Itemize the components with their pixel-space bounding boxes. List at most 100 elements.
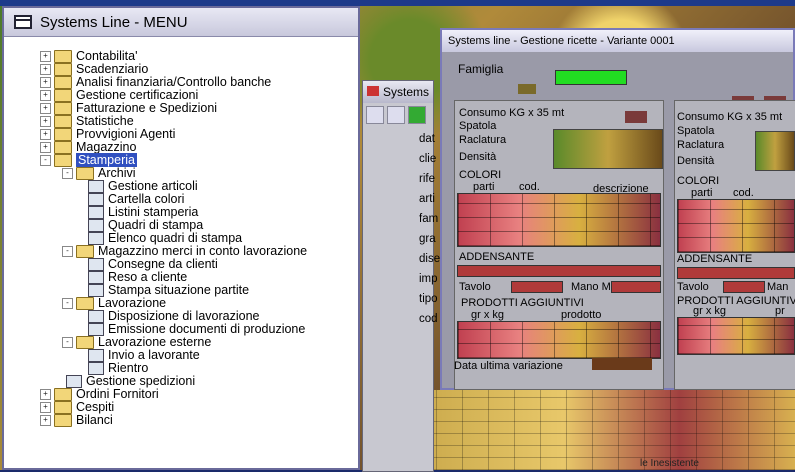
tree-item-label: Gestione spedizioni [86,374,196,388]
collapse-icon[interactable]: - [40,155,51,167]
expand-icon[interactable]: + [40,142,51,154]
addensante-field[interactable] [457,265,661,277]
tree-item[interactable]: - Stamperia [40,153,307,168]
tree-item-label: Elenco quadri di stampa [108,231,243,245]
famiglia-field[interactable] [555,70,627,85]
back-icon[interactable] [366,106,384,124]
folder-icon [54,76,72,90]
recipe-window[interactable]: Systems line - Gestione ricette - Varian… [440,28,795,390]
mano-label: Man [767,281,789,293]
tree-item-label: Fatturazione e Spedizioni [76,101,218,115]
tree-item[interactable]: Stampa situazione partite [40,283,307,298]
status-text: le Inesistente [640,458,699,469]
tree-item-label: Stamperia [76,153,137,167]
forward-icon[interactable] [387,106,405,124]
menu-window[interactable]: Systems Line - MENU + Contabilita' + Scaden… [2,6,360,470]
collapse-icon[interactable]: - [62,168,73,180]
menu-tree: + Contabilita' + Scadenziario + Analisi finan… [40,50,308,428]
data-ultima-label: Data ultima variazione [454,360,563,372]
folder-icon [54,102,72,116]
window-icon [14,15,32,29]
grxkg-header: gr x kg [693,305,727,317]
tavolo-field[interactable] [723,281,765,293]
expand-icon[interactable]: + [40,90,51,102]
recipe-window-title[interactable]: Systems line - Gestione ricette - Varian… [442,30,793,52]
systems-window[interactable]: Systems dat clie rife arti fam gra dise imp tipo… [362,80,440,472]
systems-window-title[interactable]: Systems [363,81,433,103]
tree-item-label: Magazzino merci in conto lavorazione [98,244,308,258]
tavolo-field[interactable] [511,281,563,293]
document-icon [88,349,104,363]
print-preview-strip [410,390,795,470]
spatola-label: Spatola [677,125,715,137]
expand-icon[interactable]: + [40,415,51,427]
tree-item-label: Bilanci [76,413,113,427]
folder-icon [54,115,72,129]
colors-grid[interactable] [677,199,795,253]
variant-panel-right: Consumo KG x 35 mt Spatola Raclatura Den… [674,100,795,390]
document-icon [88,258,104,272]
addensante-label: ADDENSANTE [677,253,753,265]
tree-item-label: Rientro [108,361,149,375]
products-grid[interactable] [677,317,795,355]
tree-item-label: Cartella colori [108,192,185,206]
spatola-label: Spatola [459,120,497,132]
collapse-icon[interactable]: - [62,298,73,310]
document-icon [88,219,104,233]
collapse-icon[interactable]: - [62,246,73,258]
tree-item-label: Listini stamperia [108,205,199,219]
field-label: dise [419,253,441,265]
folder-icon [76,297,94,311]
parti-header: parti [473,181,495,193]
menu-window-title[interactable]: Systems Line - MENU [4,8,358,37]
expand-icon[interactable]: + [40,77,51,89]
tree-item-label: Invio a lavorante [108,348,200,362]
expand-icon[interactable]: + [40,402,51,414]
tree-item[interactable]: + Bilanci [40,413,307,428]
colori-label: COLORI [677,175,720,187]
products-grid[interactable] [457,321,661,359]
tree-item-label: Gestione certificazioni [76,88,199,102]
tree-item[interactable]: Invio a lavorante [40,348,307,363]
field-label: imp [419,273,438,285]
cod-header: cod. [519,181,540,193]
famiglia-label: Famiglia [458,62,504,76]
document-icon [88,206,104,220]
addensante-field[interactable] [677,267,795,279]
prodotto-header: prodotto [561,309,602,321]
tree-item-label: Stampa situazione partite [108,283,250,297]
folder-icon [76,245,94,259]
document-icon [88,271,104,285]
expand-icon[interactable]: + [40,129,51,141]
collapse-icon[interactable]: - [62,337,73,349]
grxkg-header: gr x kg [471,309,505,321]
field-label: gra [419,233,436,245]
tree-item-label: Archivi [98,166,136,180]
colori-label: COLORI [459,169,502,181]
data-ultima-field[interactable] [592,358,652,370]
tree-item-label: Lavorazione [98,296,167,310]
expand-icon[interactable]: + [40,51,51,63]
expand-icon[interactable]: + [40,389,51,401]
tree-item-label: Disposizione di lavorazione [108,309,260,323]
menu-title-text: Systems Line - MENU [40,13,188,31]
prodotto-header: pr [775,305,785,317]
expand-icon[interactable]: + [40,103,51,115]
expand-icon[interactable]: + [40,64,51,76]
go-icon[interactable] [408,106,426,124]
tree-item-label: Reso a cliente [108,270,188,284]
folder-icon [54,89,72,103]
document-icon [88,310,104,324]
tree-item-label: Analisi finanziaria/Controllo banche [76,75,272,89]
tree-item-label: Ordini Fornitori [76,387,159,401]
mano-label: Mano M [571,281,611,293]
fabric-swatch [755,131,795,171]
folder-icon [54,154,72,168]
expand-icon[interactable]: + [40,116,51,128]
color-chip [625,111,647,123]
tree-item-label: Statistiche [76,114,134,128]
fabric-swatch [553,129,663,169]
folder-icon [54,414,72,428]
colors-grid[interactable] [457,193,661,247]
mano-field[interactable] [611,281,661,293]
